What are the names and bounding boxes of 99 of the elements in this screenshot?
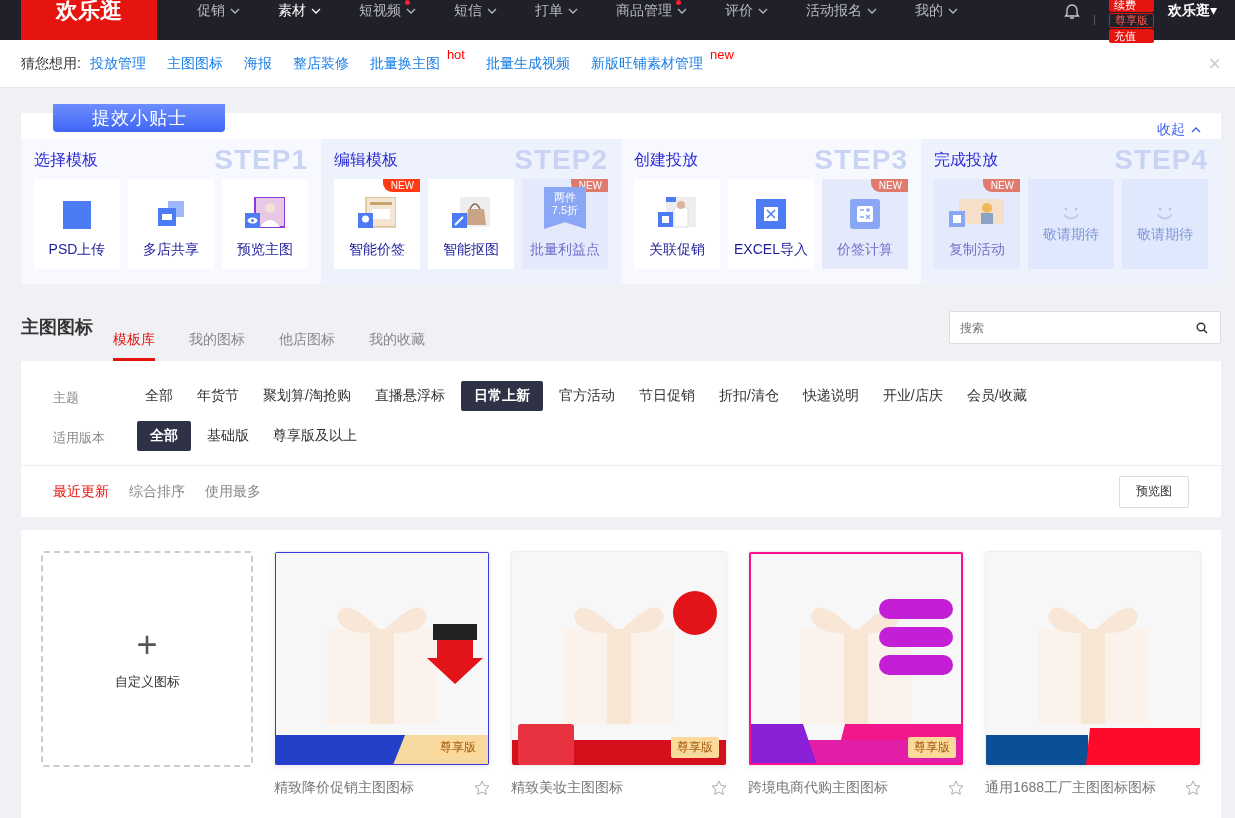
premium-badge: 尊享版 bbox=[434, 737, 482, 758]
sort-option[interactable]: 综合排序 bbox=[129, 482, 185, 501]
premium-badge: 尊享版 bbox=[671, 737, 719, 758]
preview-image-icon bbox=[245, 197, 285, 229]
filter-option[interactable]: 开业/店庆 bbox=[874, 381, 951, 411]
handbag-icon bbox=[452, 197, 490, 229]
new-badge: NEW bbox=[382, 179, 420, 192]
tool-tile[interactable]: 关联促销 bbox=[634, 179, 720, 269]
banner-image-icon bbox=[949, 199, 1005, 229]
nav-item[interactable]: 活动报名 bbox=[806, 0, 896, 40]
step-title: 完成投放 bbox=[934, 149, 998, 170]
filter-option[interactable]: 聚划算/淘抢购 bbox=[255, 381, 359, 411]
preview-button[interactable]: 预览图 bbox=[1119, 475, 1189, 508]
filter-label: 主题 bbox=[53, 389, 80, 407]
user-menu[interactable]: 欢乐逛▾ bbox=[1167, 2, 1217, 38]
caret-icon bbox=[568, 7, 578, 15]
filter-option[interactable]: 官方活动 bbox=[550, 381, 623, 411]
custom-icon-card[interactable]: + 自定义图标 bbox=[41, 551, 253, 767]
filter-option[interactable]: 尊享版及以上 bbox=[265, 421, 365, 451]
caret-icon bbox=[677, 7, 687, 15]
template-name: 精致降价促销主图图标 bbox=[274, 779, 414, 797]
card-label: 自定义图标 bbox=[114, 673, 180, 691]
section-title: 主图图标 bbox=[21, 316, 93, 339]
coming-soon-tile: 敬请期待 bbox=[1028, 179, 1114, 269]
plus-icon: + bbox=[136, 627, 158, 663]
tips-ribbon: 提效小贴士 bbox=[53, 104, 225, 132]
suggest-link[interactable]: 海报 bbox=[243, 54, 272, 73]
suggest-link[interactable]: 投放管理 bbox=[89, 54, 146, 73]
nav-item[interactable]: 素材 bbox=[278, 0, 340, 40]
star-icon[interactable] bbox=[474, 780, 490, 796]
step-title: 选择模板 bbox=[34, 149, 98, 170]
collapse-button[interactable]: 收起 bbox=[1157, 121, 1201, 139]
caret-icon bbox=[867, 7, 877, 15]
star-icon[interactable] bbox=[948, 780, 964, 796]
caret-icon bbox=[948, 7, 958, 15]
premium-badge: 尊享版 bbox=[908, 737, 956, 758]
caret-icon bbox=[230, 7, 240, 15]
caret-icon bbox=[1191, 127, 1201, 133]
coming-soon-tile: 敬请期待 bbox=[1122, 179, 1208, 269]
clothing-image-icon bbox=[658, 197, 696, 229]
search-icon[interactable] bbox=[1196, 322, 1208, 334]
tag-label: new bbox=[709, 47, 734, 62]
filter-option[interactable]: 基础版 bbox=[199, 421, 257, 451]
filter-label: 适用版本 bbox=[53, 429, 106, 447]
price-tag-icon bbox=[358, 197, 396, 229]
new-badge: NEW bbox=[870, 179, 908, 192]
step-title: 编辑模板 bbox=[334, 149, 398, 170]
new-badge: NEW bbox=[982, 179, 1020, 192]
calculator-icon bbox=[850, 199, 880, 229]
filter-option[interactable]: 快递说明 bbox=[794, 381, 867, 411]
logo[interactable]: 欢乐逛 bbox=[21, 0, 157, 40]
tool-tile[interactable]: PSD上传 bbox=[34, 179, 120, 269]
caret-icon bbox=[406, 7, 416, 15]
bell-icon[interactable] bbox=[1063, 2, 1080, 20]
nav-item[interactable]: 打单 bbox=[535, 0, 597, 40]
store-share-icon bbox=[156, 199, 186, 229]
suggest-link[interactable]: 批量换主图 bbox=[369, 54, 440, 73]
filter-option[interactable]: 会员/收藏 bbox=[958, 381, 1035, 411]
nav-item[interactable]: 商品管理 bbox=[616, 0, 706, 40]
filter-option[interactable]: 折扣/清仓 bbox=[710, 381, 787, 411]
filter-option[interactable]: 全部 bbox=[137, 421, 191, 451]
step-title: 创建投放 bbox=[634, 149, 698, 170]
caret-icon bbox=[758, 7, 768, 15]
star-icon[interactable] bbox=[711, 780, 727, 796]
filter-option[interactable]: 直播悬浮标 bbox=[366, 381, 453, 411]
excel-icon bbox=[756, 199, 786, 229]
tool-tile[interactable]: NEW 智能价签 bbox=[334, 179, 420, 269]
suggest-link[interactable]: 主图图标 bbox=[166, 54, 223, 73]
nav-item[interactable]: 短视频 bbox=[359, 0, 435, 40]
search-field[interactable]: 搜索 bbox=[949, 311, 1221, 344]
tool-tile[interactable]: 智能抠图 bbox=[428, 179, 514, 269]
sort-option[interactable]: 最近更新 bbox=[53, 482, 109, 501]
filter-option[interactable]: 节日促销 bbox=[630, 381, 703, 411]
star-icon[interactable] bbox=[1185, 780, 1201, 796]
template-name: 通用1688工厂主图图标图标 bbox=[985, 779, 1157, 797]
tool-tile[interactable]: 预览主图 bbox=[222, 179, 308, 269]
caret-icon bbox=[487, 7, 497, 15]
badge[interactable]: 续费 bbox=[1108, 0, 1154, 12]
tag-label: hot bbox=[446, 47, 465, 62]
nav-item[interactable]: 我的 bbox=[915, 0, 977, 40]
suggest-link[interactable]: 新版旺铺素材管理 bbox=[590, 54, 703, 73]
tool-tile[interactable]: 多店共享 bbox=[128, 179, 214, 269]
template-name: 精致美妆主图图标 bbox=[511, 779, 623, 797]
filter-option[interactable]: 全部 bbox=[137, 381, 181, 411]
tool-tile[interactable]: EXCEL导入 bbox=[728, 179, 814, 269]
filter-option[interactable]: 年货节 bbox=[189, 381, 247, 411]
suggest-link[interactable]: 整店装修 bbox=[292, 54, 349, 73]
nav-item[interactable]: 促销 bbox=[197, 0, 259, 40]
sort-option[interactable]: 使用最多 bbox=[205, 482, 261, 501]
suggest-label: 猜您想用: bbox=[21, 54, 81, 73]
badge[interactable]: 充值 bbox=[1108, 28, 1154, 43]
filter-option[interactable]: 日常上新 bbox=[460, 381, 543, 411]
discount-tag: 两件 7.5折 bbox=[544, 187, 586, 229]
caret-icon bbox=[311, 7, 321, 15]
badge[interactable]: 尊享版 bbox=[1108, 12, 1154, 28]
suggest-link[interactable]: 批量生成视频 bbox=[485, 54, 570, 73]
template-name: 跨境电商代购主图图标 bbox=[748, 779, 888, 797]
nav-item[interactable]: 评价 bbox=[725, 0, 787, 40]
nav-item[interactable]: 短信 bbox=[454, 0, 516, 40]
